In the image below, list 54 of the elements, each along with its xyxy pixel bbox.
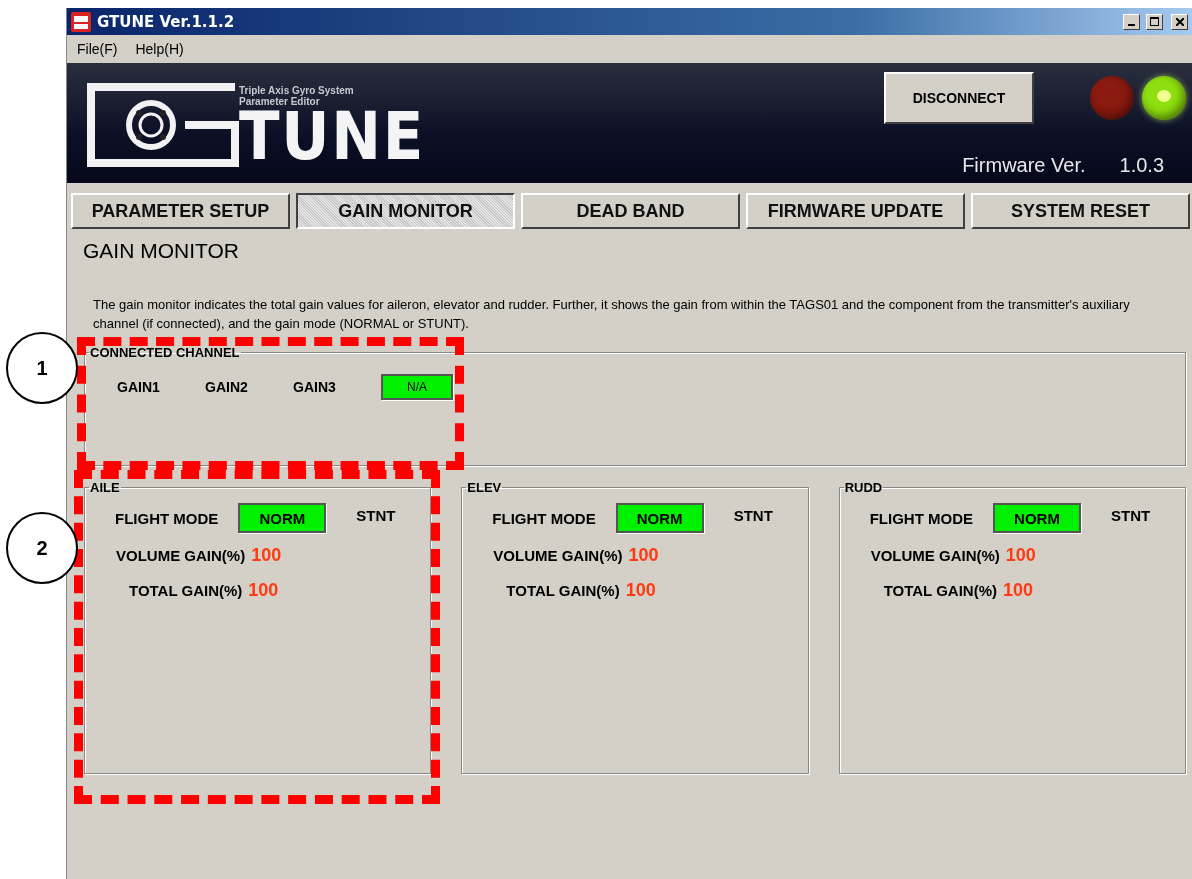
group-title: RUDD	[843, 480, 884, 495]
gain-value: 100	[251, 545, 282, 566]
mode-indicator: NORM	[615, 503, 704, 533]
channel-indicator: N/A	[381, 374, 453, 400]
channel-indicator: GAIN3	[293, 379, 337, 395]
firmware-version: 1.0.3	[1119, 154, 1164, 177]
gain-value: 100	[1005, 545, 1036, 566]
gain-label: VOLUME GAIN(%)	[870, 547, 1000, 564]
gain-label: VOLUME GAIN(%)	[116, 547, 246, 564]
tab[interactable]: PARAMETER SETUP	[71, 193, 290, 229]
callout-number: 1	[6, 332, 78, 404]
logo-subtitle: Triple Axis Gyro System	[239, 85, 355, 96]
tab[interactable]: GAIN MONITOR	[296, 193, 515, 229]
tab[interactable]: DEAD BAND	[521, 193, 740, 229]
mode-indicator: NORM	[238, 503, 327, 533]
gain-label: TOTAL GAIN(%)	[129, 582, 243, 599]
gain-value: 100	[1003, 580, 1034, 601]
mode-indicator: STNT	[356, 505, 396, 526]
menu-item[interactable]: Help(H)	[135, 41, 184, 57]
gain-value: 100	[248, 580, 279, 601]
group-title: ELEV	[466, 480, 503, 495]
gain-value: 100	[628, 545, 659, 566]
firmware-label: Firmware Ver.	[962, 154, 1086, 177]
flight-mode-label: FLIGHT MODE	[115, 509, 219, 527]
gain-label: VOLUME GAIN(%)	[493, 547, 623, 564]
page-heading: GAIN MONITOR	[83, 239, 240, 263]
maximize-button[interactable]	[1146, 13, 1163, 30]
flight-mode-label: FLIGHT MODE	[869, 509, 973, 527]
channel-indicator: GAIN1	[117, 379, 161, 395]
group-title: AILE	[89, 480, 121, 495]
gain-value: 100	[625, 580, 656, 601]
window-title: GTUNE Ver.1.1.2	[97, 12, 236, 31]
flight-mode-label: FLIGHT MODE	[492, 509, 596, 527]
gain-label: TOTAL GAIN(%)	[883, 582, 997, 599]
gain-label: TOTAL GAIN(%)	[506, 582, 620, 599]
maximize-icon	[1150, 17, 1159, 26]
logo-subtitle: Parameter Editor	[239, 96, 321, 107]
tab[interactable]: FIRMWARE UPDATE	[746, 193, 965, 229]
tab[interactable]: SYSTEM RESET	[971, 193, 1190, 229]
logo-text: TUNE	[239, 107, 426, 167]
minimize-icon	[1128, 23, 1135, 26]
close-icon	[1175, 17, 1184, 26]
app-icon	[71, 11, 91, 32]
mode-indicator: STNT	[733, 505, 773, 526]
channel-indicator: GAIN2	[205, 379, 249, 395]
mode-indicator: STNT	[1111, 505, 1151, 526]
close-button[interactable]	[1171, 13, 1188, 30]
description-text: The gain monitor indicates the total gain values for aileron, elevator and rudder. Further, it shows the gain from within the TAGS01 and the component from the transmitter's auxiliary channel (if connected), and the gain mode (NORMAL or STUNT).	[93, 296, 1131, 333]
minimize-button[interactable]	[1123, 13, 1140, 30]
disconnect-button[interactable]: DISCONNECT	[884, 72, 1034, 124]
mode-indicator: NORM	[993, 503, 1081, 533]
callout-number: 2	[6, 512, 78, 584]
group-title: CONNECTED CHANNEL	[89, 345, 241, 360]
menu-item[interactable]: File(F)	[77, 41, 118, 57]
